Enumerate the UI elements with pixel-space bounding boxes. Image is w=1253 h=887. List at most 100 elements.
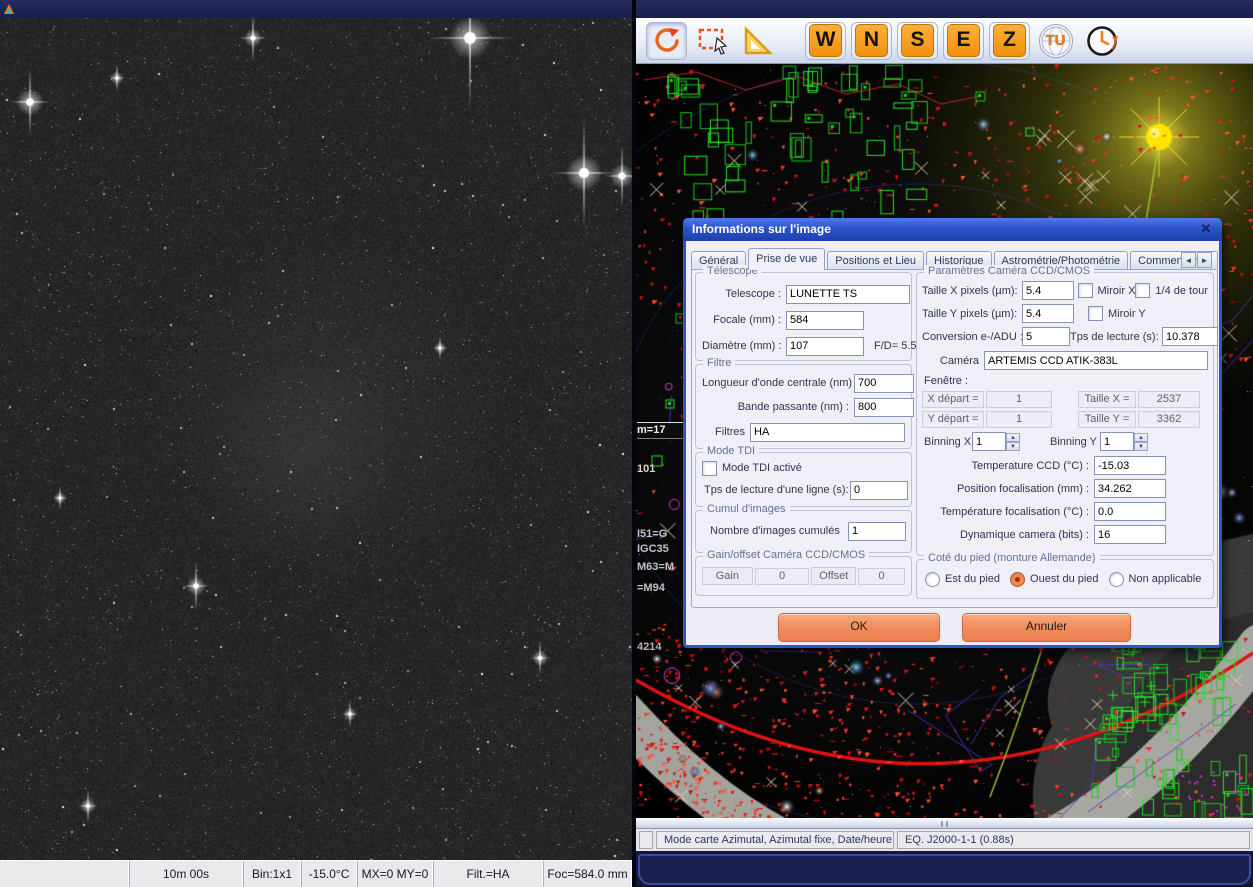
measure-button[interactable] <box>738 22 779 60</box>
temp-focalisation-input[interactable] <box>1094 502 1166 521</box>
window-bottom-frame <box>636 851 1253 886</box>
focale-input[interactable] <box>786 311 864 330</box>
binning-x-down-icon[interactable]: ▼ <box>1006 442 1020 451</box>
zenith-button[interactable]: Z <box>989 22 1030 60</box>
x-depart-label-cell: X départ = <box>922 391 984 408</box>
taille-y-input[interactable] <box>1022 304 1074 323</box>
taille-x-label: Taille X pixels (µm): <box>922 285 1022 297</box>
y-depart-value-cell: 1 <box>986 411 1052 428</box>
universal-time-button[interactable]: TU <box>1035 22 1076 60</box>
tab-scroll-left-icon[interactable]: ◄ <box>1181 252 1196 268</box>
longueur-onde-input[interactable] <box>854 374 914 393</box>
focale-label: Focale (mm) : <box>702 314 786 326</box>
mode-tdi-checkbox[interactable] <box>702 461 717 476</box>
taille-x-eq-value-cell: 2537 <box>1138 391 1200 408</box>
group-cumul-legend: Cumul d'images <box>703 503 790 515</box>
rotate-icon <box>652 26 682 56</box>
pos-focalisation-input[interactable] <box>1094 479 1166 498</box>
filtres-input[interactable] <box>750 423 905 442</box>
status-square <box>639 831 653 849</box>
compass-east-button[interactable]: E <box>943 22 984 60</box>
gain-label-cell: Gain <box>702 567 753 585</box>
cancel-button[interactable]: Annuler <box>962 613 1131 642</box>
radio-est-du-pied-label: Est du pied <box>940 573 1010 585</box>
compass-west-button[interactable]: W <box>805 22 846 60</box>
image-status-bar: 10m 00s Bin:1x1 -15.0°C MX=0 MY=0 Filt.=… <box>0 860 632 887</box>
image-info-dialog: Informations sur l'image ✕ Général Prise… <box>683 218 1222 648</box>
globe-icon: TU <box>1039 24 1073 58</box>
binning-x-stepper[interactable]: ▲▼ <box>972 432 1020 451</box>
compass-south-button[interactable]: S <box>897 22 938 60</box>
binning-x-input[interactable] <box>972 432 1006 451</box>
clock-button[interactable] <box>1081 22 1122 60</box>
temp-ccd-label: Temperature CCD (°C) : <box>922 460 1094 472</box>
group-telescope: Télescope Telescope : Focale (mm) : Diam… <box>695 272 912 361</box>
nombre-images-input[interactable] <box>848 522 906 541</box>
compass-south-label: S <box>901 24 934 57</box>
tps-lecture-label: Tps de lecture (s): <box>1070 331 1162 343</box>
telescope-input[interactable] <box>786 285 910 304</box>
tps-lecture-input[interactable] <box>1162 327 1218 346</box>
radio-non-applicable[interactable] <box>1109 572 1124 587</box>
binning-x-up-icon[interactable]: ▲ <box>1006 433 1020 442</box>
x-depart-value-cell: 1 <box>986 391 1052 408</box>
selection-button[interactable] <box>692 22 733 60</box>
sky-status-bar: Mode carte Azimutal, Azimutal fixe, Date… <box>636 829 1253 851</box>
tab-positions-et-lieu[interactable]: Positions et Lieu <box>827 251 924 270</box>
dialog-close-icon[interactable]: ✕ <box>1198 221 1214 237</box>
group-camera-params: Paramètres Caméra CCD/CMOS Taille X pixe… <box>916 272 1214 556</box>
set-square-icon <box>742 25 776 57</box>
dynamique-label: Dynamique camera (bits) : <box>922 529 1094 541</box>
tps-ligne-label: Tps de lecture d'une ligne (s): <box>702 484 850 496</box>
camera-input[interactable] <box>984 351 1208 370</box>
map-label-m94: =M94 <box>637 582 683 594</box>
app-icon <box>3 3 15 15</box>
status-exposure: 10m 00s <box>129 861 243 887</box>
group-camera-params-legend: Paramètres Caméra CCD/CMOS <box>924 265 1094 277</box>
sky-window-titlebar[interactable]: sky] vezac [FRANCE] <box>636 0 1253 19</box>
map-label-4214: 4214 <box>637 641 683 653</box>
bande-passante-input[interactable] <box>854 398 914 417</box>
radio-est-du-pied[interactable] <box>925 572 940 587</box>
miroir-x-checkbox[interactable] <box>1078 283 1093 298</box>
taille-x-eq-label-cell: Taille X = <box>1078 391 1136 408</box>
dynamique-input[interactable] <box>1094 525 1166 544</box>
horizontal-splitter[interactable] <box>636 818 1253 829</box>
rotate-view-button[interactable] <box>646 22 687 60</box>
compass-north-button[interactable]: N <box>851 22 892 60</box>
map-label-m51: I51=G <box>637 528 683 540</box>
radio-ouest-du-pied[interactable] <box>1010 572 1025 587</box>
dialog-titlebar[interactable]: Informations sur l'image ✕ <box>683 218 1222 241</box>
status-temperature: -15.0°C <box>301 861 357 887</box>
compass-east-label: E <box>947 24 980 57</box>
status-equinox: EQ. J2000-1-1 (0.88s) <box>897 831 1250 849</box>
offset-label-cell: Offset <box>811 567 856 585</box>
temp-focalisation-label: Température focalisation (°C) : <box>922 506 1094 518</box>
ok-button[interactable]: OK <box>778 613 940 642</box>
compass-north-label: N <box>855 24 888 57</box>
group-filtre: Filtre Longueur d'onde centrale (nm) : B… <box>695 364 912 449</box>
binning-y-up-icon[interactable]: ▲ <box>1134 433 1148 442</box>
status-filter: Filt.=HA <box>433 861 543 887</box>
binning-y-input[interactable] <box>1100 432 1134 451</box>
group-gain-offset: Gain/offset Caméra CCD/CMOS Gain 0 Offse… <box>695 556 912 596</box>
tps-ligne-input[interactable] <box>850 481 908 500</box>
conversion-input[interactable] <box>1022 327 1070 346</box>
image-window: IMAG_HA_600S-005 | 2537x3362 - Monochrom… <box>0 0 632 886</box>
image-window-titlebar[interactable]: IMAG_HA_600S-005 | 2537x3362 - Monochrom… <box>0 0 632 19</box>
tu-label: TU <box>1046 32 1066 49</box>
binning-y-stepper[interactable]: ▲▼ <box>1100 432 1148 451</box>
tab-scroll-right-icon[interactable]: ► <box>1197 252 1212 268</box>
clock-icon <box>1085 24 1119 58</box>
map-label-ngc: IGC35 <box>637 543 683 555</box>
quart-tour-checkbox[interactable] <box>1135 283 1150 298</box>
taille-x-input[interactable] <box>1022 281 1074 300</box>
diametre-input[interactable] <box>786 337 864 356</box>
miroir-y-checkbox[interactable] <box>1088 306 1103 321</box>
tab-prise-de-vue[interactable]: Prise de vue <box>748 248 825 270</box>
star-field-image[interactable] <box>0 18 632 860</box>
nombre-images-label: Nombre d'images cumulés <box>710 525 848 537</box>
group-pied-legend: Coté du pied (monture Allemande) <box>924 552 1100 564</box>
temp-ccd-input[interactable] <box>1094 456 1166 475</box>
binning-y-down-icon[interactable]: ▼ <box>1134 442 1148 451</box>
